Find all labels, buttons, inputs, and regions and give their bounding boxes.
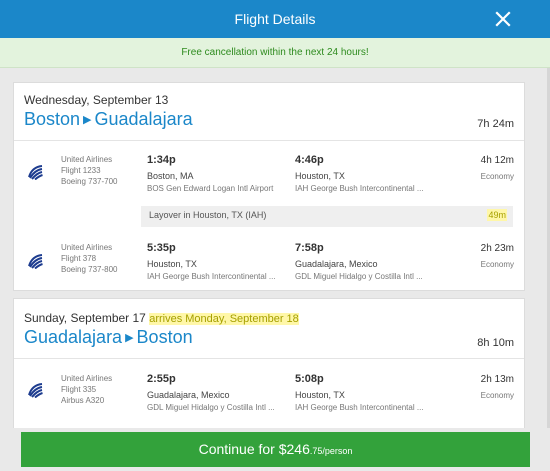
arrival-time: 4:46p — [295, 154, 324, 166]
layover-duration: 49m — [487, 209, 507, 221]
cancellation-banner: Free cancellation within the next 24 hou… — [0, 38, 550, 68]
arrival-city: Guadalajara, Mexico — [295, 259, 378, 269]
arrival-info: 4:46p Houston, TX IAH George Bush Interc… — [295, 153, 445, 194]
route-destination: Boston — [136, 327, 193, 347]
aircraft-type: Boeing 737-800 — [61, 265, 118, 274]
arrival-info: 5:08p Houston, TX IAH George Bush Interc… — [295, 372, 445, 413]
departure-time: 1:34p — [147, 154, 176, 166]
united-airlines-logo-icon — [27, 163, 44, 181]
arrival-time: 7:58p — [295, 242, 324, 254]
route-origin: Boston — [24, 109, 81, 129]
segment-duration: 4h 12m — [480, 155, 514, 166]
arrival-airport: GDL Miguel Hidalgo y Costilla Intl ... — [295, 272, 423, 281]
departure-airport: BOS Gen Edward Logan Intl Airport — [147, 184, 274, 193]
trip-card-return: Sunday, September 17 arrives Monday, Sep… — [13, 298, 525, 448]
departure-city: Boston, MA — [147, 171, 194, 181]
arrival-info: 7:58p Guadalajara, Mexico GDL Miguel Hid… — [295, 241, 445, 282]
aircraft-type: Airbus A320 — [61, 396, 105, 405]
trip-date-text: Sunday, September 17 — [24, 311, 146, 325]
airline-name: United Airlines — [61, 243, 113, 252]
segment-duration: 2h 23m — [480, 243, 514, 254]
route-origin: Guadalajara — [24, 327, 123, 347]
flight-number: Flight 378 — [61, 254, 97, 263]
cabin-class: Economy — [480, 172, 514, 181]
departure-info: 2:55p Guadalajara, Mexico GDL Miguel Hid… — [147, 372, 297, 413]
segment-duration-info: 2h 23m Economy — [481, 242, 514, 271]
trip-route: Boston ▶ Guadalajara — [24, 109, 193, 130]
airline-name: United Airlines — [61, 374, 113, 383]
arrival-airport: IAH George Bush Intercontinental ... — [295, 403, 424, 412]
departure-city: Houston, TX — [147, 259, 197, 269]
continue-button-label: Continue for $246 — [198, 441, 310, 457]
united-airlines-logo-icon — [27, 252, 44, 270]
airline-info: United Airlines Flight 378 Boeing 737-80… — [61, 242, 118, 275]
triangle-right-icon: ▶ — [125, 332, 134, 344]
close-icon[interactable] — [492, 8, 514, 30]
layover-bar: Layover in Houston, TX (IAH) 49m — [141, 206, 513, 227]
footer: Continue for $246.75/person — [0, 428, 550, 471]
arrival-airport: IAH George Bush Intercontinental ... — [295, 184, 424, 193]
segment-duration-info: 4h 12m Economy — [481, 154, 514, 183]
divider — [14, 358, 524, 359]
route-destination: Guadalajara — [94, 109, 193, 129]
departure-airport: IAH George Bush Intercontinental ... — [147, 272, 276, 281]
trip-date: Sunday, September 17 arrives Monday, Sep… — [24, 311, 299, 325]
airline-info: United Airlines Flight 1233 Boeing 737-7… — [61, 154, 118, 187]
arrival-city: Houston, TX — [295, 390, 345, 400]
departure-airport: GDL Miguel Hidalgo y Costilla Intl ... — [147, 403, 275, 412]
airline-info: United Airlines Flight 335 Airbus A320 — [61, 373, 112, 406]
arrival-time: 5:08p — [295, 373, 324, 385]
aircraft-type: Boeing 737-700 — [61, 177, 118, 186]
triangle-right-icon: ▶ — [83, 114, 92, 126]
united-airlines-logo-icon — [27, 381, 44, 399]
cabin-class: Economy — [480, 260, 514, 269]
divider — [14, 140, 524, 141]
airline-name: United Airlines — [61, 155, 113, 164]
layover-text: Layover in Houston, TX (IAH) — [149, 210, 267, 220]
departure-time: 5:35p — [147, 242, 176, 254]
trip-total-duration: 8h 10m — [477, 337, 514, 349]
trip-card-outbound: Wednesday, September 13 Boston ▶ Guadalaja… — [13, 82, 525, 291]
trip-date: Wednesday, September 13 — [24, 93, 169, 107]
flight-number: Flight 1233 — [61, 166, 101, 175]
trip-route: Guadalajara ▶ Boston — [24, 327, 193, 348]
trip-total-duration: 7h 24m — [477, 118, 514, 130]
departure-info: 1:34p Boston, MA BOS Gen Edward Logan In… — [147, 153, 297, 194]
departure-time: 2:55p — [147, 373, 176, 385]
continue-button-cents: .75/person — [309, 446, 353, 456]
arrival-note: arrives Monday, September 18 — [149, 313, 299, 325]
departure-city: Guadalajara, Mexico — [147, 390, 230, 400]
arrival-city: Houston, TX — [295, 171, 345, 181]
segment-duration: 2h 13m — [480, 374, 514, 385]
departure-info: 5:35p Houston, TX IAH George Bush Interc… — [147, 241, 297, 282]
segment-duration-info: 2h 13m Economy — [481, 373, 514, 402]
header-bar: Flight Details — [0, 0, 550, 38]
page-title: Flight Details — [234, 11, 316, 27]
cabin-class: Economy — [480, 391, 514, 400]
flight-number: Flight 335 — [61, 385, 97, 394]
continue-button[interactable]: Continue for $246.75/person — [21, 432, 530, 467]
